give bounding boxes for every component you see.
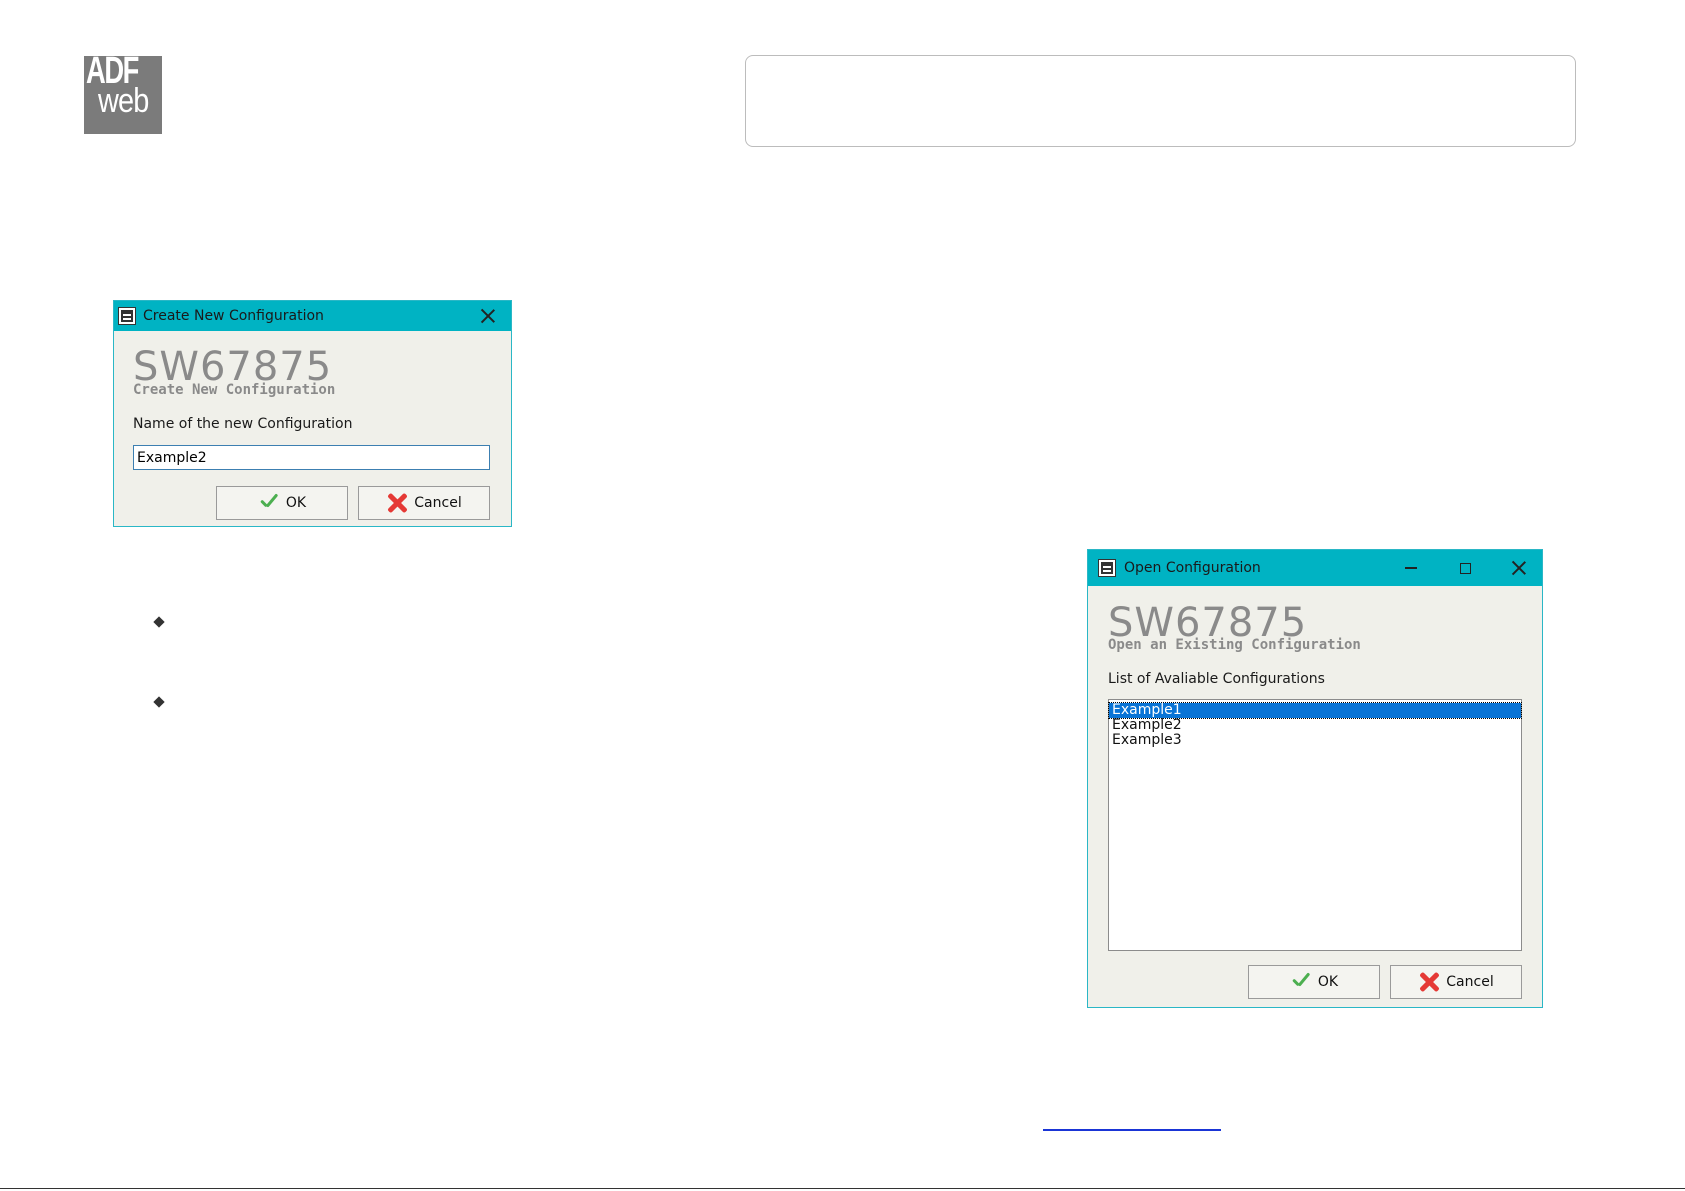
header-box bbox=[745, 55, 1576, 147]
ok-label: OK bbox=[1317, 974, 1339, 990]
maximize-button[interactable] bbox=[1442, 550, 1488, 586]
footer-divider bbox=[0, 1188, 1685, 1189]
cancel-button[interactable]: Cancel bbox=[1390, 965, 1522, 999]
adfweb-logo: ADF web bbox=[84, 56, 162, 134]
link-underline[interactable] bbox=[1043, 1129, 1221, 1131]
check-icon bbox=[1290, 973, 1312, 991]
config-list-label: List of Avaliable Configurations bbox=[1108, 671, 1325, 687]
app-icon bbox=[1098, 559, 1116, 577]
list-item[interactable]: Example2 bbox=[1109, 718, 1521, 733]
bullet-icon bbox=[153, 696, 165, 708]
maximize-icon bbox=[1459, 562, 1471, 574]
minimize-button[interactable] bbox=[1388, 550, 1434, 586]
list-item[interactable]: Example1 bbox=[1108, 702, 1522, 719]
cross-icon bbox=[386, 492, 408, 514]
bullet-icon bbox=[153, 616, 165, 628]
dialog-titlebar: Open Configuration bbox=[1088, 550, 1542, 586]
close-icon bbox=[481, 309, 495, 323]
create-configuration-dialog: Create New Configuration SW67875 Create … bbox=[113, 300, 512, 527]
dialog-title: Create New Configuration bbox=[143, 308, 324, 324]
close-icon bbox=[1512, 561, 1526, 575]
check-icon bbox=[258, 494, 280, 512]
close-button[interactable] bbox=[1496, 550, 1542, 586]
list-item[interactable]: Example3 bbox=[1109, 733, 1521, 748]
ok-button[interactable]: OK bbox=[216, 486, 348, 520]
logo-text-web: web bbox=[98, 82, 149, 120]
cancel-button[interactable]: Cancel bbox=[358, 486, 490, 520]
dialog-subtitle: Create New Configuration bbox=[133, 382, 336, 398]
cancel-label: Cancel bbox=[1446, 974, 1494, 990]
cancel-label: Cancel bbox=[414, 495, 462, 511]
dialog-subtitle: Open an Existing Configuration bbox=[1108, 637, 1361, 653]
minimize-icon bbox=[1405, 567, 1417, 569]
app-icon bbox=[118, 307, 136, 325]
dialog-titlebar: Create New Configuration bbox=[114, 301, 511, 331]
config-name-label: Name of the new Configuration bbox=[133, 416, 353, 432]
dialog-title: Open Configuration bbox=[1124, 560, 1261, 576]
product-code: SW67875 bbox=[133, 344, 333, 390]
config-name-input[interactable] bbox=[133, 445, 490, 470]
ok-label: OK bbox=[285, 495, 307, 511]
ok-button[interactable]: OK bbox=[1248, 965, 1380, 999]
config-listbox[interactable]: Example1 Example2 Example3 bbox=[1108, 699, 1522, 951]
open-configuration-dialog: Open Configuration SW67875 Open an Exist… bbox=[1087, 549, 1543, 1008]
close-button[interactable] bbox=[465, 301, 511, 331]
cross-icon bbox=[1418, 971, 1440, 993]
